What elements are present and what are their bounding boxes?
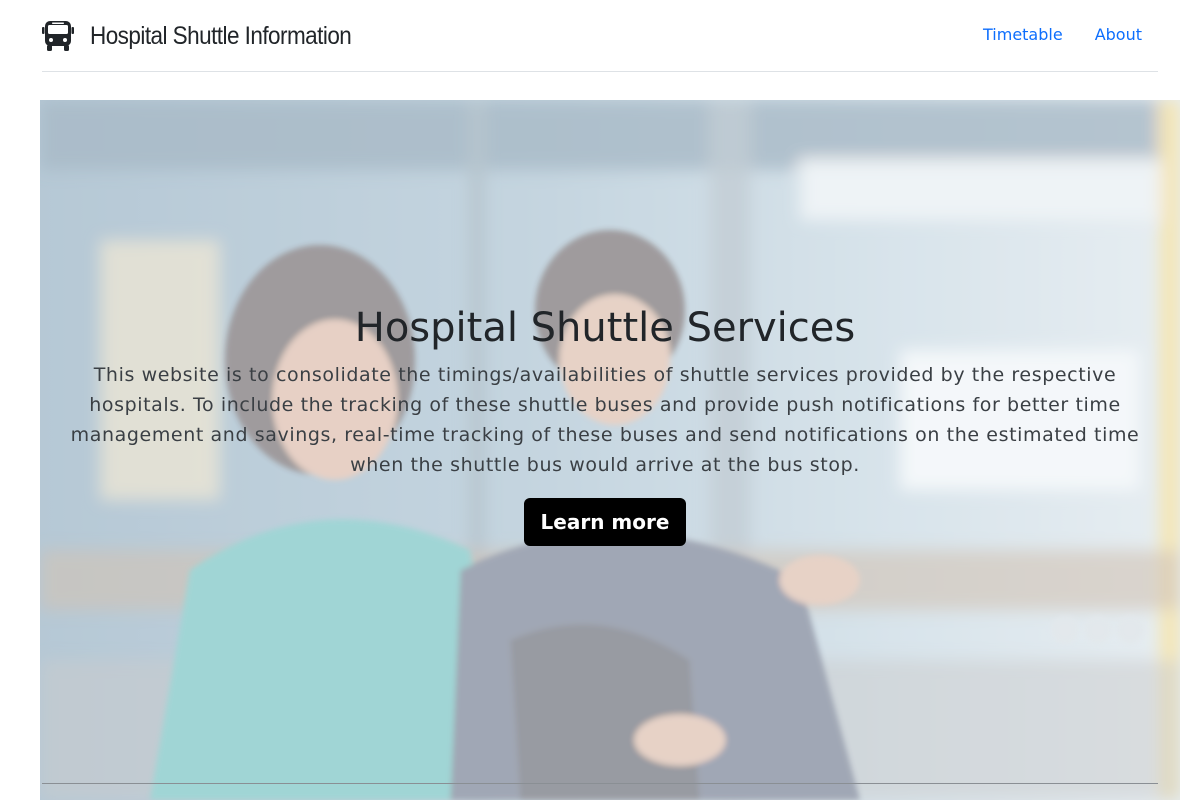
hero-content: Hospital Shuttle Services This website i… <box>40 300 1170 546</box>
site-header: Hospital Shuttle Information Timetable A… <box>42 0 1158 72</box>
bus-icon <box>42 20 74 52</box>
nav-link-timetable[interactable]: Timetable <box>967 24 1079 46</box>
nav-link-about[interactable]: About <box>1079 24 1158 46</box>
learn-more-button[interactable]: Learn more <box>523 498 687 546</box>
main-nav: Timetable About <box>967 24 1158 46</box>
divider <box>42 783 1158 784</box>
hero-section: Hospital Shuttle Services This website i… <box>40 100 1180 800</box>
brand-title: Hospital Shuttle Information <box>90 21 352 50</box>
brand-link[interactable]: Hospital Shuttle Information <box>42 20 380 52</box>
hero-description: This website is to consolidate the timin… <box>70 364 1140 476</box>
hero-title: Hospital Shuttle Services <box>354 305 856 351</box>
